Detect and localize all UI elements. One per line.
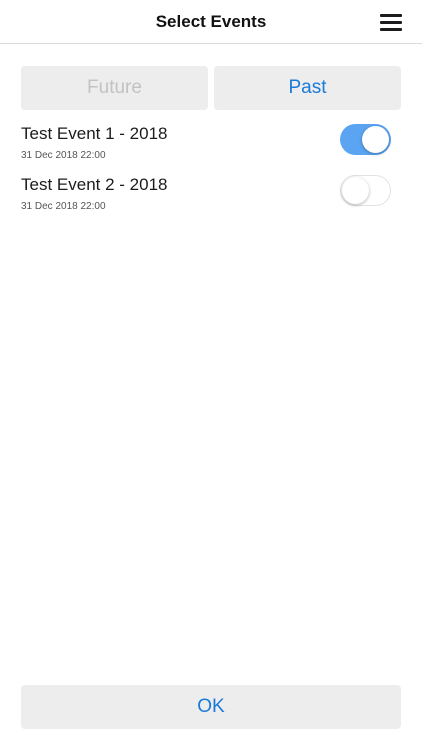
menu-line (380, 21, 402, 24)
event-title: Test Event 1 - 2018 (21, 124, 168, 143)
future-tab-button[interactable]: Future (21, 66, 208, 110)
hamburger-menu-icon[interactable] (380, 12, 402, 32)
menu-line (380, 14, 402, 17)
menu-line (380, 28, 402, 31)
nav-header: Select Events (0, 0, 422, 44)
time-filter-segment: Future Past (21, 66, 401, 110)
toggle-knob (342, 177, 369, 204)
event-date: 31 Dec 2018 22:00 (21, 201, 106, 212)
page-title: Select Events (155, 12, 267, 31)
list-item: Test Event 2 - 2018 31 Dec 2018 22:00 (0, 173, 422, 223)
event-select-toggle[interactable] (340, 175, 391, 206)
list-item: Test Event 1 - 2018 31 Dec 2018 22:00 (0, 122, 422, 172)
event-title: Test Event 2 - 2018 (21, 175, 168, 194)
toggle-knob (362, 126, 389, 153)
event-date: 31 Dec 2018 22:00 (21, 150, 106, 161)
past-tab-button[interactable]: Past (214, 66, 401, 110)
ok-button[interactable]: OK (21, 685, 401, 729)
event-select-toggle[interactable] (340, 124, 391, 155)
